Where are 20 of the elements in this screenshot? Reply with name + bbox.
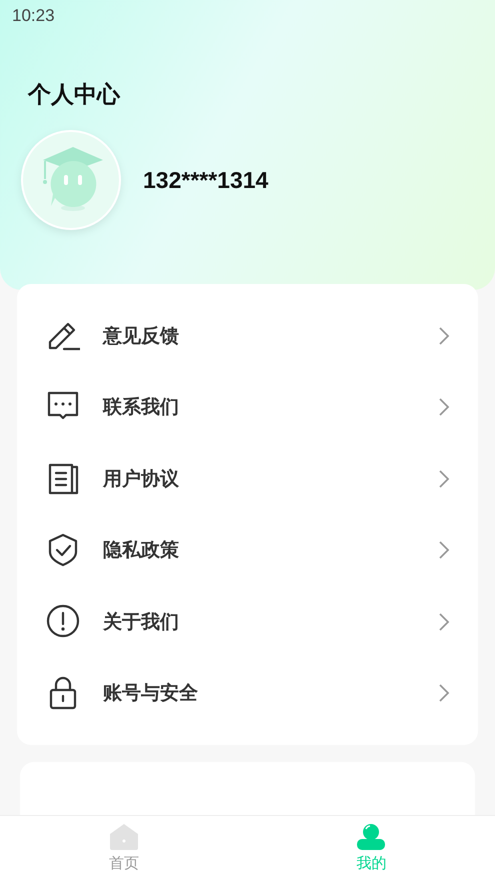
chevron-right-icon — [438, 326, 450, 346]
chevron-right-icon — [438, 468, 450, 489]
menu-item[interactable]: 隐私政策 — [103, 537, 438, 564]
status-time: 10:23 — [12, 6, 55, 26]
menu-item[interactable]: 意见反馈 — [103, 322, 438, 349]
exclamation-icon — [46, 604, 80, 640]
menu-item[interactable]: 用户协议 — [103, 466, 438, 492]
phone-number: 132****1314 — [143, 166, 268, 194]
avatar-icon — [21, 130, 121, 230]
menu-item[interactable]: 关于我们 — [103, 608, 438, 635]
menu-item[interactable]: 联系我们 — [103, 394, 438, 420]
chevron-right-icon — [438, 612, 450, 632]
person-icon — [356, 823, 386, 851]
chevron-right-icon — [438, 397, 450, 418]
shield-check-icon — [46, 532, 80, 568]
home-icon — [108, 823, 139, 851]
page-title: 个人中心 — [28, 81, 120, 110]
chevron-right-icon — [438, 683, 450, 704]
chevron-right-icon — [438, 540, 450, 560]
menu-item[interactable]: 账号与安全 — [103, 680, 438, 706]
